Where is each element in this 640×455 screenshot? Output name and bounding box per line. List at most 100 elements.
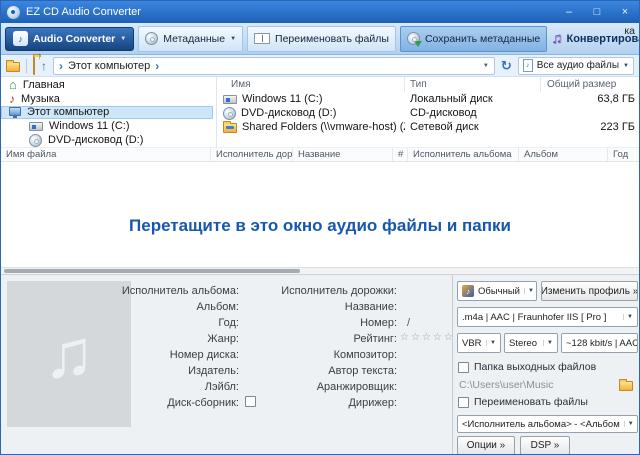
breadcrumb[interactable]: › Этот компьютер › ▼ [53, 57, 495, 75]
close-button[interactable]: × [611, 1, 639, 23]
folder-icon[interactable] [6, 62, 20, 72]
app-window: EZ CD Audio Converter – □ × ♪ Audio Conv… [0, 0, 640, 455]
refresh-icon[interactable]: ↻ [501, 59, 512, 72]
folder-up-icon[interactable]: ↑ [33, 57, 35, 75]
rename-pattern-value: <Исполнитель альбома> - <Альбом [462, 419, 620, 430]
options-button[interactable]: Опции » [457, 436, 515, 455]
network-folder-icon [223, 123, 237, 133]
profile-dropdown[interactable]: ♪ Обычный ▼ [457, 281, 537, 301]
music-notes-icon: ♫ [551, 31, 562, 46]
drive-row[interactable]: Shared Folders (\\vmware-host) (Z:) Сете… [217, 120, 639, 134]
column-title[interactable]: Название [293, 148, 393, 161]
music-note-icon: ♪ [9, 93, 15, 105]
horizontal-scrollbar[interactable] [1, 267, 639, 274]
bitrate-value: ~128 kbit/s | AAC-LC | Q [566, 338, 638, 349]
caret-down-icon: ▼ [623, 314, 633, 320]
compilation-label: Диск-сборник: [1, 397, 239, 409]
tab-save-label: Сохранить метаданные [425, 33, 540, 45]
audio-converter-label: Audio Converter [33, 33, 115, 45]
output-folder-checkbox[interactable] [458, 362, 469, 373]
file-filter-dropdown[interactable]: ♪ Все аудио файлы ▼ [518, 57, 634, 75]
tree-item-music[interactable]: ♪ Музыка [1, 92, 216, 106]
rating-label: Рейтинг: [249, 333, 397, 345]
column-type[interactable]: Тип [405, 77, 541, 92]
chevron-icon: › [155, 60, 159, 72]
label-label: Лэйбл: [1, 381, 239, 393]
bitrate-mode-dropdown[interactable]: VBR ▼ [457, 333, 501, 353]
caret-down-icon: ▼ [120, 36, 126, 42]
tree-item-windows-c[interactable]: Windows 11 (C:) [1, 119, 216, 133]
breadcrumb-location[interactable]: Этот компьютер [68, 60, 150, 72]
dropzone[interactable]: Перетащите в это окно аудио файлы и папк… [1, 163, 639, 267]
save-metadata-icon [407, 32, 420, 45]
drive-name: Windows 11 (C:) [242, 93, 322, 105]
tab-metadata[interactable]: Метаданные ▼ [138, 26, 243, 52]
disc-number-label: Номер диска: [1, 349, 239, 361]
drive-size: 223 ГБ [541, 121, 639, 133]
drive-type: Локальный диск [405, 93, 541, 105]
tree-item-home[interactable]: ⌂ Главная [1, 78, 216, 92]
tab-save-metadata[interactable]: Сохранить метаданные [400, 26, 547, 52]
rating-stars[interactable]: ☆☆☆☆☆ [400, 332, 455, 343]
minimize-button[interactable]: – [555, 1, 583, 23]
audio-converter-menu-button[interactable]: ♪ Audio Converter ▼ [5, 27, 134, 51]
caret-down-icon: ▼ [623, 63, 629, 69]
album-artist-label: Исполнитель альбома: [1, 285, 239, 297]
column-album[interactable]: Альбом [519, 148, 608, 161]
genre-label: Жанр: [1, 333, 239, 345]
rename-files-checkbox[interactable] [458, 397, 469, 408]
maximize-button[interactable]: □ [583, 1, 611, 23]
mode-value: VBR [462, 338, 482, 349]
column-number[interactable]: # [393, 148, 408, 161]
tab-rename-files[interactable]: Переименовать файлы [247, 26, 396, 52]
tree-item-label: Музыка [21, 93, 60, 105]
separator [26, 59, 27, 73]
channels-dropdown[interactable]: Stereo ▼ [504, 333, 558, 353]
composer-label: Композитор: [249, 349, 397, 361]
caret-down-icon: ▼ [486, 340, 496, 346]
format-dropdown[interactable]: .m4a | AAC | Fraunhofer IIS [ Pro ] ▼ [457, 307, 638, 327]
bitrate-dropdown[interactable]: ~128 kbit/s | AAC-LC | Q ▼ [561, 333, 638, 353]
dsp-button[interactable]: DSP » [520, 436, 570, 455]
browse-folder-button[interactable] [619, 381, 633, 391]
column-name[interactable]: Имя [217, 77, 405, 92]
rename-pattern-dropdown[interactable]: <Исполнитель альбома> - <Альбом ▼ [457, 415, 638, 433]
tree-item-label: Windows 11 (C:) [49, 120, 129, 132]
filter-label: Все аудио файлы [537, 60, 619, 71]
computer-icon [9, 107, 21, 116]
column-album-artist[interactable]: Исполнитель альбома [408, 148, 519, 161]
tree-item-label: Этот компьютер [27, 106, 109, 118]
audio-file-icon: ♪ [523, 59, 533, 72]
drive-list: Имя Тип Общий размер Windows 11 (C:) Лок… [217, 77, 639, 147]
edit-profile-button[interactable]: Изменить профиль » [541, 281, 638, 301]
column-track-artist[interactable]: Исполнитель дорожки [211, 148, 293, 161]
tree-item-label: Главная [23, 79, 65, 91]
album-label: Альбом: [1, 301, 239, 313]
track-list-header: Имя файла Исполнитель дорожки Название #… [1, 147, 639, 162]
titlebar: EZ CD Audio Converter – □ × [1, 1, 639, 23]
column-year[interactable]: Год [608, 148, 639, 161]
profile-icon: ♪ [462, 285, 474, 297]
drive-type: Сетевой диск [405, 121, 541, 133]
output-path: C:\Users\user\Music [459, 379, 554, 391]
tree-item-dvd-d[interactable]: DVD-дисковод (D:) [1, 133, 216, 147]
scrollbar-thumb[interactable] [4, 269, 300, 273]
drive-row[interactable]: Windows 11 (C:) Локальный диск 63,8 ГБ [217, 92, 639, 106]
caret-down-icon[interactable]: ▼ [483, 63, 489, 69]
clipped-text: ка [624, 25, 635, 37]
folder-icon [33, 56, 35, 75]
navigation-bar: ↑ ↑ › Этот компьютер › ▼ ↻ ♪ Все аудио ф… [1, 55, 639, 77]
lyricist-label: Автор текста: [249, 365, 397, 377]
rename-files-label: Переименовать файлы [474, 396, 588, 408]
up-arrow-icon: ↑ [37, 52, 42, 62]
drive-list-header: Имя Тип Общий размер [217, 77, 639, 92]
column-size[interactable]: Общий размер [541, 77, 639, 92]
chevron-icon: › [59, 60, 63, 72]
column-filename[interactable]: Имя файла [1, 148, 211, 161]
disc-icon [223, 107, 236, 120]
app-icon [7, 6, 20, 19]
track-artist-label: Исполнитель дорожки: [249, 285, 397, 297]
tree-item-this-pc[interactable]: Этот компьютер [1, 106, 213, 120]
track-number-separator: / [407, 317, 410, 329]
drive-row[interactable]: DVD-дисковод (D:) CD-дисковод [217, 106, 639, 120]
